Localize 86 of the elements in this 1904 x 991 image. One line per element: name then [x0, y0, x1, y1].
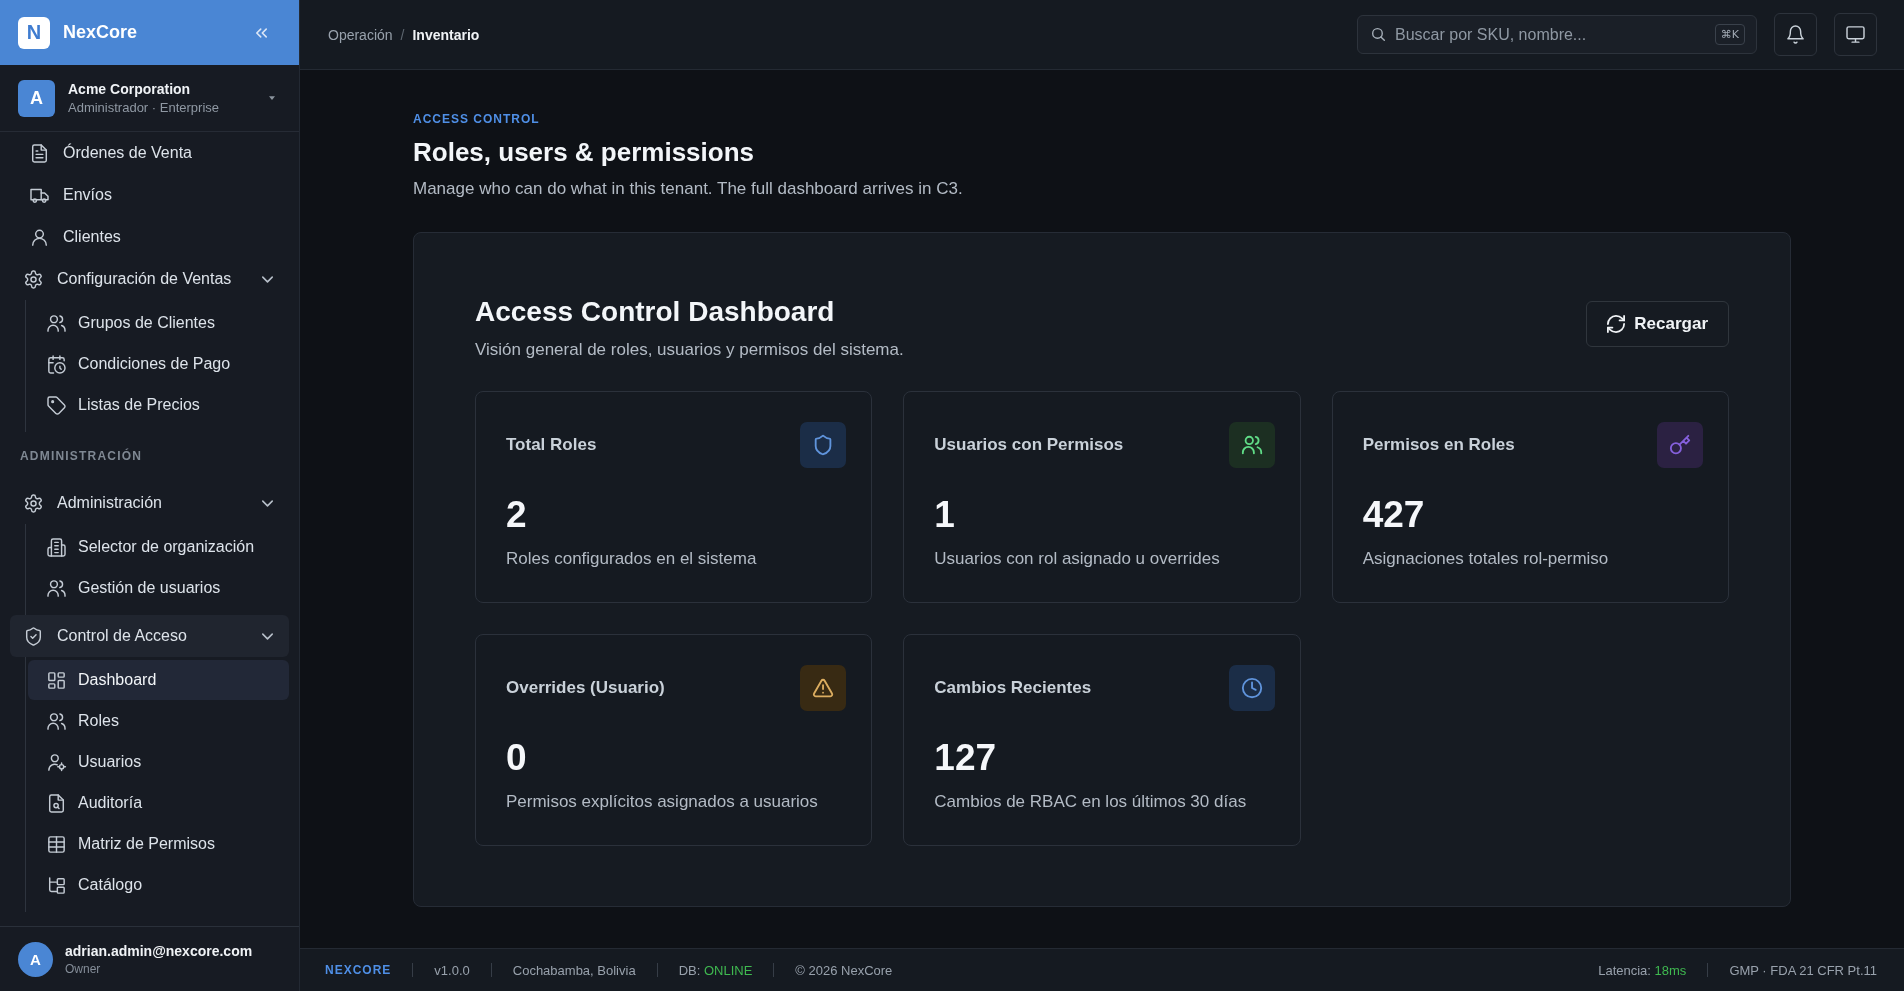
nav-item[interactable]: Selector de organización [28, 527, 289, 567]
chevron-down-icon[interactable] [262, 497, 273, 509]
org-plan: Administrador · Enterprise [68, 100, 220, 115]
building-icon [48, 538, 65, 556]
notifications-button[interactable] [1774, 13, 1817, 56]
stat-value: 127 [934, 737, 998, 779]
search-icon [1372, 28, 1385, 41]
section-label: ADMINISTRACIÓN [19, 447, 144, 465]
nav-item[interactable]: Grupos de Clientes [28, 303, 289, 343]
gear-icon [25, 494, 42, 512]
nav-item[interactable]: Listas de Precios [28, 385, 289, 425]
app-logo: N [18, 16, 50, 49]
hierarchy-icon [48, 876, 65, 894]
nav-item[interactable]: Dashboard [28, 660, 289, 700]
footer-text: GMP · FDA 21 CFR Pt.11 [1729, 962, 1877, 978]
shield-check-icon [25, 627, 42, 645]
chevrons-left-icon[interactable] [256, 27, 267, 38]
nav-item[interactable]: Control de Acceso [10, 615, 289, 657]
page-title: Roles, users & permissions [413, 136, 756, 168]
display-button[interactable] [1834, 13, 1877, 56]
stat-description: Roles configurados en el sistema [506, 548, 758, 570]
calendar-clock-icon [48, 355, 65, 373]
panel-subtitle: Visión general de roles, usuarios y permisos del sistema. [475, 339, 904, 361]
stat-description: Permisos explícitos asignados a usuarios [506, 791, 819, 813]
footer-brand: NEXCORE [325, 963, 392, 977]
table-icon [48, 835, 65, 853]
refresh-icon [1607, 315, 1626, 333]
reload-button[interactable]: Recargar [1586, 301, 1729, 347]
stat-title: Usuarios con Permisos [934, 435, 1124, 455]
nav-item[interactable]: Catálogo [28, 865, 289, 905]
users-icon [48, 579, 65, 597]
panel-title: Access Control Dashboard [475, 295, 836, 329]
stat-value: 2 [506, 494, 528, 536]
monitor-icon [1847, 26, 1864, 43]
breadcrumb-item: Inventario [412, 26, 480, 43]
user-gear-icon [48, 753, 65, 771]
breadcrumb-item[interactable]: Operación [328, 26, 393, 43]
stat-title: Permisos en Roles [1362, 435, 1515, 455]
nav-item[interactable]: Administración [10, 482, 289, 524]
nav-item[interactable]: Envíos [10, 174, 289, 216]
users-icon [48, 314, 65, 332]
nav-item[interactable]: Auditoría [28, 783, 289, 823]
gear-icon [25, 270, 42, 288]
truck-icon [31, 186, 48, 204]
user-avatar: A [18, 941, 53, 977]
chevron-down-icon[interactable] [262, 273, 273, 285]
bell-icon [1787, 26, 1804, 43]
footer-text: © 2026 NexCore [795, 962, 893, 978]
nav-item[interactable]: Gestión de usuarios [28, 568, 289, 608]
stat-title: Total Roles [506, 435, 597, 455]
document-icon [31, 144, 48, 162]
stat-value: 427 [1362, 494, 1426, 536]
nav-item[interactable]: Órdenes de Venta [10, 132, 289, 174]
page-eyebrow: ACCESS CONTROL [413, 112, 541, 126]
tag-icon [48, 396, 65, 414]
footer-text: v1.0.0 [434, 962, 470, 978]
file-search-icon [48, 794, 65, 812]
shortcut-hint: ⌘K [1714, 24, 1745, 45]
page-subtitle: Manage who can do what in this tenant. The full dashboard arrives in C3. [413, 178, 964, 200]
caret-icon[interactable] [269, 96, 275, 100]
nav-item[interactable]: Condiciones de Pago [28, 344, 289, 384]
nav-item[interactable]: Roles [28, 701, 289, 741]
user-icon [31, 228, 48, 246]
nav-item[interactable]: Configuración de Ventas [10, 258, 289, 300]
breadcrumb-separator: / [400, 26, 405, 43]
footer-status: DB: ONLINE [678, 962, 753, 978]
stat-description: Cambios de RBAC en los últimos 30 días [934, 791, 1248, 813]
nav-item[interactable]: Matriz de Permisos [28, 824, 289, 864]
chevron-down-icon[interactable] [262, 630, 273, 642]
grid-icon [48, 671, 65, 689]
app-name: NexCore [63, 22, 139, 43]
stat-value: 0 [506, 737, 528, 779]
users-icon [48, 712, 65, 730]
footer-text: Cochabamba, Bolivia [512, 962, 636, 978]
stat-title: Cambios Recientes [934, 678, 1092, 698]
footer-status: Latencia: 18ms [1598, 962, 1687, 978]
user-role: Owner [65, 961, 102, 976]
nav-item[interactable]: Usuarios [28, 742, 289, 782]
stat-value: 1 [934, 494, 956, 536]
stat-description: Asignaciones totales rol-permiso [1362, 548, 1610, 570]
stat-description: Usuarios con rol asignado u overrides [934, 548, 1221, 570]
nav-item[interactable]: Clientes [10, 216, 289, 258]
org-avatar: A [18, 79, 55, 117]
org-name: Acme Corporation [68, 81, 192, 97]
stat-title: Overrides (Usuario) [506, 678, 665, 698]
user-email: adrian.admin@nexcore.com [65, 942, 253, 959]
